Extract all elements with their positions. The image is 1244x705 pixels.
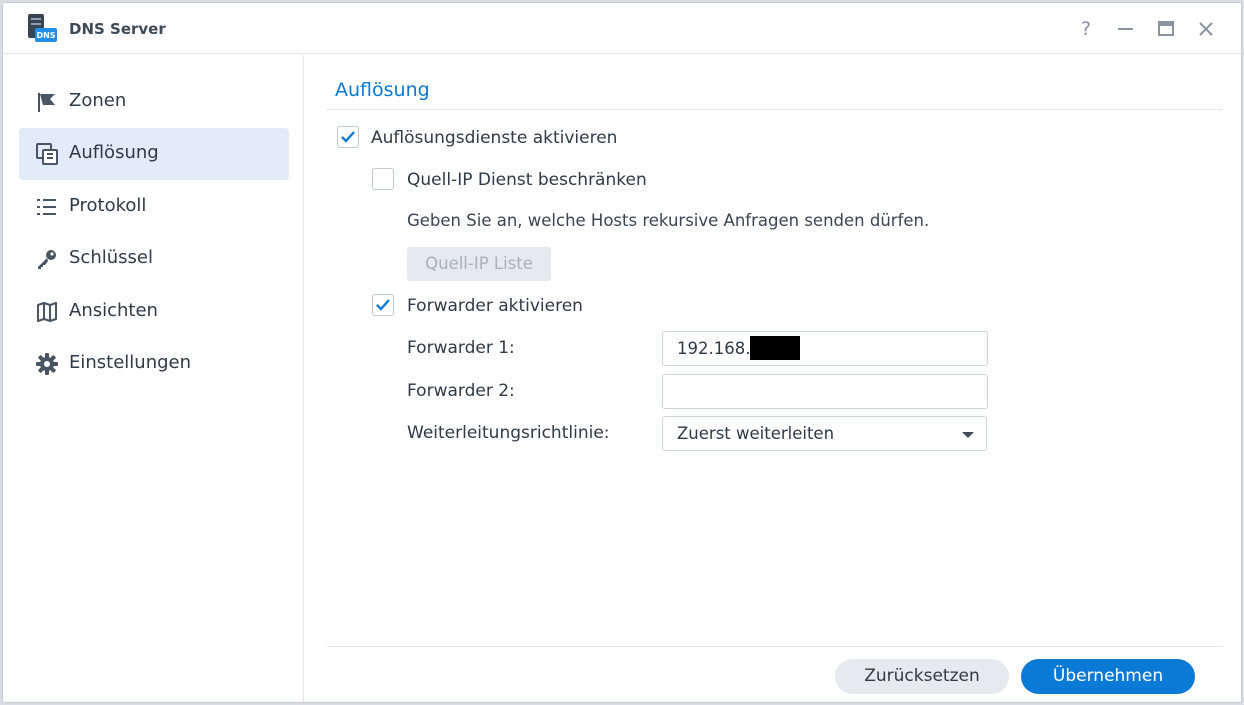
chevron-down-icon <box>962 432 974 438</box>
sidebar-item-label: Protokoll <box>69 195 147 216</box>
source-ip-hint: Geben Sie an, welche Hosts rekursive Anf… <box>407 211 930 230</box>
sidebar-item-protokoll[interactable]: Protokoll <box>19 181 289 233</box>
limit-source-ip-label: Quell-IP Dienst beschränken <box>407 170 647 190</box>
forwarder2-label: Forwarder 2: <box>407 381 515 401</box>
minimize-icon[interactable] <box>1114 17 1138 41</box>
sidebar-item-label: Ansichten <box>69 300 158 321</box>
list-icon <box>35 195 59 219</box>
resolution-icon <box>35 142 59 166</box>
svg-text:DNS: DNS <box>36 31 55 40</box>
close-icon[interactable] <box>1194 17 1218 41</box>
section-divider <box>327 109 1222 110</box>
footer-divider <box>327 646 1223 647</box>
dns-server-window: DNS DNS Server ? Zonen Auflösung Protoko… <box>2 2 1242 703</box>
source-ip-list-button[interactable]: Quell-IP Liste <box>407 247 551 281</box>
sidebar-item-label: Zonen <box>69 90 127 111</box>
forwarder1-value: 192.168. <box>677 339 751 358</box>
forwarder1-label: Forwarder 1: <box>407 338 515 358</box>
forwarding-policy-select[interactable]: Zuerst weiterleiten <box>662 416 987 451</box>
sidebar: Zonen Auflösung Protokoll Schlüssel Ansi… <box>3 55 304 702</box>
enable-forwarder-checkbox[interactable] <box>372 294 394 316</box>
window-title: DNS Server <box>69 20 166 38</box>
forwarding-policy-label: Weiterleitungsrichtlinie: <box>407 423 610 443</box>
redacted-block <box>750 335 801 360</box>
key-icon <box>35 247 59 271</box>
sidebar-item-label: Auflösung <box>69 142 159 163</box>
sidebar-item-einstellungen[interactable]: Einstellungen <box>19 338 289 390</box>
enable-resolution-checkbox[interactable] <box>337 126 359 148</box>
forwarding-policy-value: Zuerst weiterleiten <box>677 424 835 443</box>
apply-button[interactable]: Übernehmen <box>1021 659 1195 694</box>
reset-button[interactable]: Zurücksetzen <box>835 659 1009 694</box>
help-icon[interactable]: ? <box>1074 17 1098 41</box>
sidebar-item-ansichten[interactable]: Ansichten <box>19 286 289 338</box>
flag-icon <box>35 90 59 114</box>
sidebar-item-aufloesung[interactable]: Auflösung <box>19 128 289 180</box>
sidebar-item-zonen[interactable]: Zonen <box>19 76 289 128</box>
sidebar-item-label: Schlüssel <box>69 247 153 268</box>
forwarder2-field[interactable] <box>662 374 988 409</box>
section-title: Auflösung <box>335 79 430 101</box>
main-panel: Auflösung Auflösungsdienste aktivieren Q… <box>305 55 1241 702</box>
limit-source-ip-checkbox[interactable] <box>372 168 394 190</box>
enable-forwarder-label: Forwarder aktivieren <box>407 296 583 316</box>
sidebar-item-schluessel[interactable]: Schlüssel <box>19 233 289 285</box>
enable-resolution-label: Auflösungsdienste aktivieren <box>371 128 618 148</box>
gear-icon <box>35 352 59 376</box>
map-icon <box>35 300 59 324</box>
dns-server-app-icon: DNS <box>26 14 58 44</box>
title-bar: DNS DNS Server ? <box>3 3 1241 54</box>
forwarder1-field[interactable]: 192.168. <box>662 331 988 366</box>
sidebar-item-label: Einstellungen <box>69 352 192 373</box>
maximize-icon[interactable] <box>1154 17 1178 41</box>
